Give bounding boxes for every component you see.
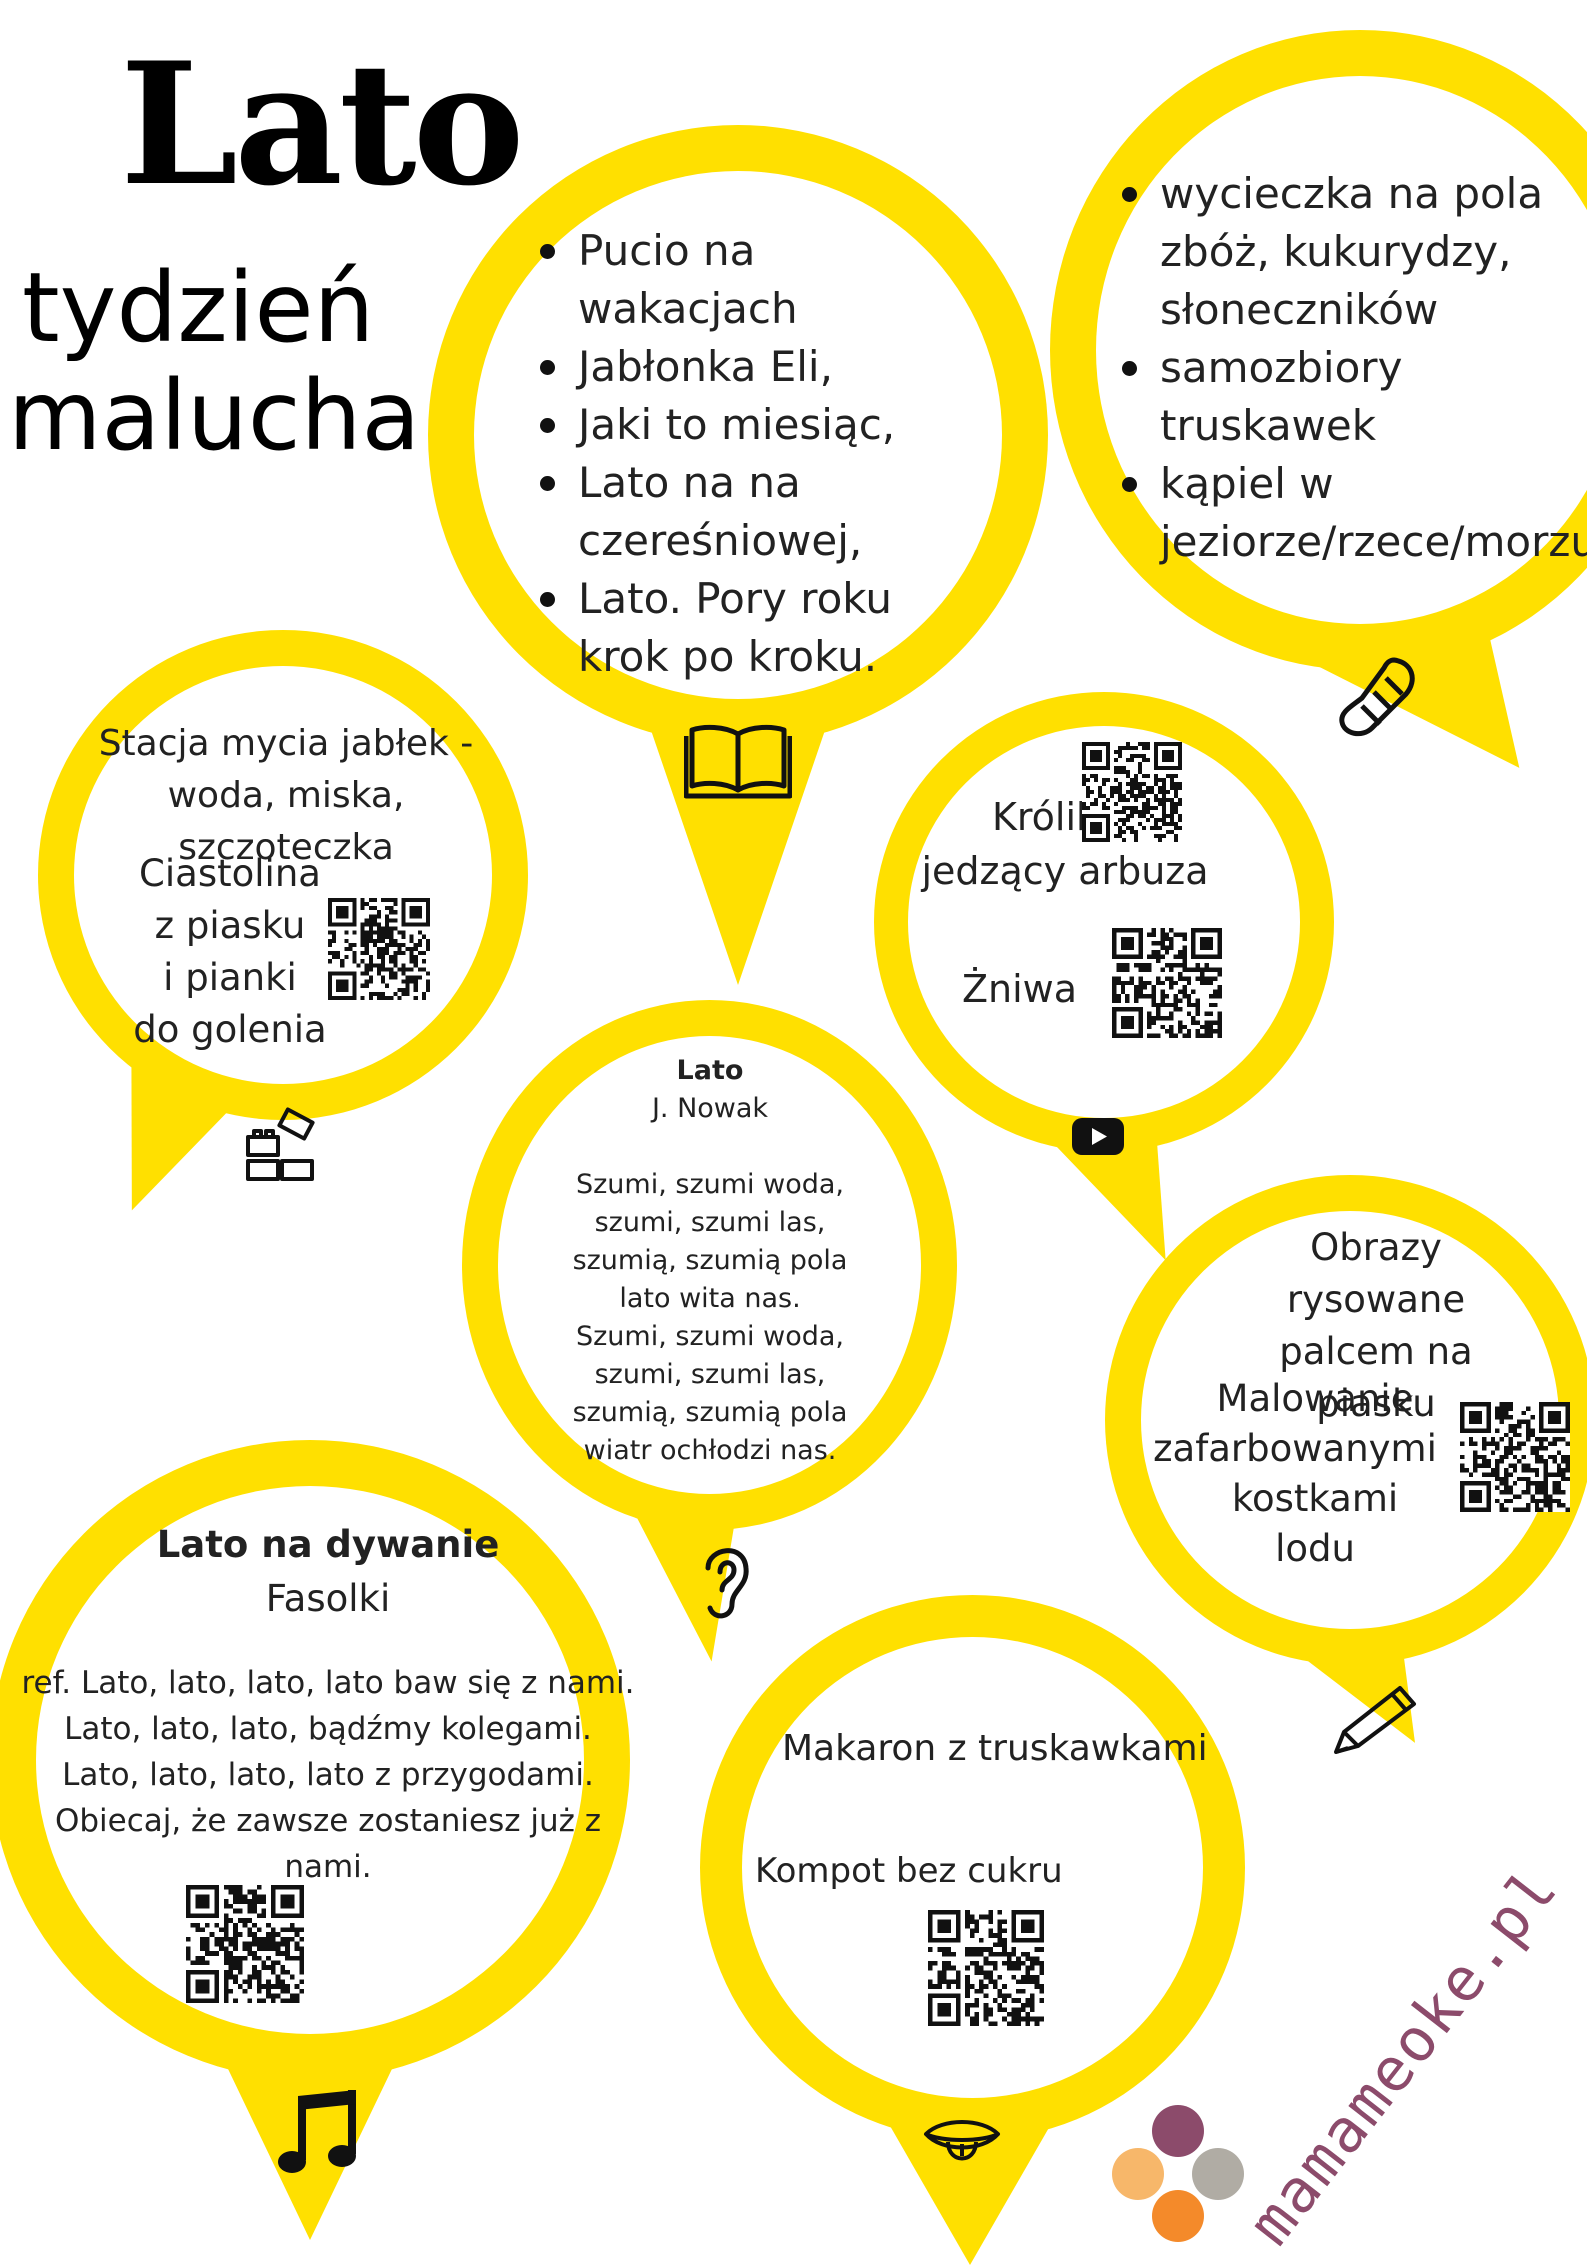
sensory-dough-text: Ciastolina z piasku i pianki do golenia <box>133 852 327 1051</box>
qr-code[interactable] <box>1080 742 1184 842</box>
youtube-play-icon <box>1072 1118 1124 1155</box>
song-artist: Fasolki <box>265 1577 391 1620</box>
brand-dot <box>1152 2190 1204 2242</box>
poem-author: J. Nowak <box>651 1093 769 1124</box>
open-book-icon <box>683 722 793 802</box>
song-title: Lato na dywanie <box>156 1523 500 1566</box>
watermark: mamameoke.pl <box>1235 1854 1572 2259</box>
footprint-icon <box>1332 652 1422 742</box>
sensory-line-1: Stacja mycia jabłek - <box>98 723 474 764</box>
books-list: Pucio na wakacjach Jabłonka Eli, Jaki to… <box>540 222 970 686</box>
building-blocks-icon <box>244 1107 316 1182</box>
brand-dot <box>1112 2148 1164 2200</box>
list-item: Pucio na wakacjach <box>540 222 970 338</box>
qr-code[interactable] <box>1460 1402 1570 1512</box>
art-item-2-text: Malowanie zafarbowanymi kostkami lodu <box>1153 1377 1437 1570</box>
music-note-icon <box>276 2088 362 2178</box>
food-item-1-text: Makaron z truskawkami <box>782 1728 1208 1769</box>
video-item-2-text: Żniwa <box>962 967 1078 1011</box>
subtitle-line-1: tydzień <box>22 252 375 364</box>
list-item: samozbiory truskawek <box>1122 339 1587 455</box>
brand-dot <box>1152 2105 1204 2157</box>
food-item-2-text: Kompot bez cukru <box>755 1851 1063 1891</box>
list-item: Jabłonka Eli, <box>540 338 970 396</box>
qr-code[interactable] <box>186 1885 304 2003</box>
list-item: wycieczka na pola zbóż, kukurydzy, słone… <box>1122 165 1587 339</box>
list-item: kąpiel w jeziorze/rzece/morzu <box>1122 455 1587 571</box>
tongue-mouth-icon <box>922 2112 1002 2172</box>
qr-code[interactable] <box>928 1910 1044 2026</box>
qr-code[interactable] <box>328 898 430 1000</box>
list-item: Jaki to miesiąc, <box>540 396 970 454</box>
brand-dot <box>1192 2148 1244 2200</box>
poem-title: Lato <box>676 1055 744 1086</box>
pencil-icon <box>1330 1680 1420 1758</box>
outings-list: wycieczka na pola zbóż, kukurydzy, słone… <box>1122 165 1587 571</box>
qr-code[interactable] <box>1112 928 1222 1038</box>
list-item: Lato na na czereśniowej, <box>540 454 970 570</box>
subtitle-line-2: malucha <box>8 359 421 472</box>
page-subtitle: tydzień malucha <box>8 252 421 472</box>
list-item: Lato. Pory roku krok po kroku. <box>540 570 970 686</box>
song-text: Lato na dywanie Fasolki ref. Lato, lato,… <box>18 1518 638 1890</box>
poem-text: Lato J. Nowak Szumi, szumi woda, szumi, … <box>520 1052 900 1470</box>
